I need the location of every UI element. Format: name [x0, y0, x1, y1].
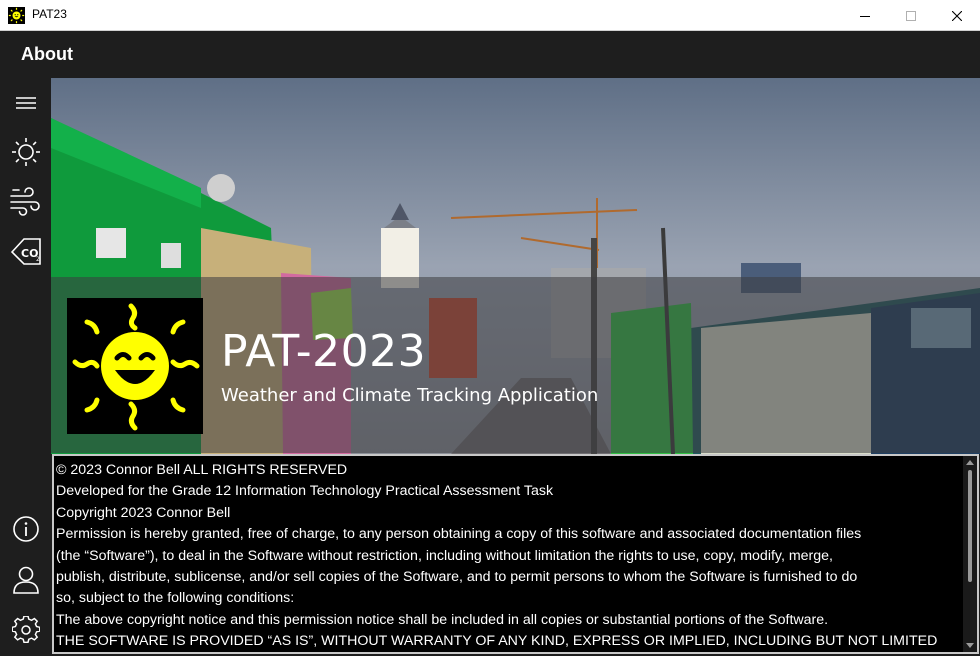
license-line: THE SOFTWARE IS PROVIDED “AS IS”, WITHOU…: [56, 633, 938, 650]
license-textbox[interactable]: © 2023 Connor Bell ALL RIGHTS RESERVED D…: [52, 454, 979, 654]
sidebar-item-weather[interactable]: [5, 131, 46, 172]
sidebar-item-wind[interactable]: [5, 181, 46, 222]
sidebar-menu-button[interactable]: [5, 82, 46, 123]
license-line: The above copyright notice and this perm…: [56, 611, 829, 628]
sidebar: CO 2: [0, 78, 51, 656]
page-header: About: [0, 31, 980, 78]
scrollbar-thumb[interactable]: [968, 470, 972, 582]
app-sun-icon: [8, 7, 25, 24]
sun-icon: [11, 137, 40, 166]
minimize-icon: [860, 15, 870, 17]
svg-text:2: 2: [36, 256, 40, 263]
sidebar-item-settings[interactable]: [5, 609, 46, 650]
smiling-sun-icon: [72, 303, 200, 431]
scroll-down-arrow-icon[interactable]: [966, 643, 974, 648]
license-text: © 2023 Connor Bell ALL RIGHTS RESERVED D…: [56, 460, 962, 652]
co2-icon: CO 2: [10, 237, 41, 265]
license-line: Permission is hereby granted, free of ch…: [56, 526, 862, 543]
hamburger-menu-icon: [15, 96, 36, 109]
info-icon: [12, 515, 39, 542]
window-title: PAT23: [32, 7, 67, 21]
close-icon: [952, 10, 962, 21]
user-icon: [12, 566, 39, 594]
wind-icon: [9, 186, 40, 216]
sidebar-item-about[interactable]: [5, 508, 46, 549]
sidebar-item-account[interactable]: [5, 559, 46, 600]
close-button[interactable]: [934, 0, 980, 31]
window-titlebar: PAT23: [0, 0, 980, 31]
maximize-icon: [906, 10, 916, 21]
license-line: (the “Software”), to deal in the Softwar…: [56, 547, 833, 564]
license-line: publish, distribute, sublicense, and/or …: [56, 569, 858, 586]
sidebar-item-co2[interactable]: CO 2: [5, 230, 46, 271]
license-line: Developed for the Grade 12 Information T…: [56, 483, 554, 500]
page-title: About: [21, 44, 73, 64]
maximize-button[interactable]: [888, 0, 934, 31]
license-line: © 2023 Connor Bell ALL RIGHTS RESERVED: [56, 462, 348, 478]
license-scrollbar[interactable]: [963, 456, 977, 652]
minimize-button[interactable]: [842, 0, 888, 31]
scroll-up-arrow-icon[interactable]: [966, 460, 974, 465]
settings-gear-icon: [11, 615, 40, 643]
license-line: Copyright 2023 Connor Bell: [56, 504, 231, 521]
app-logo: [67, 298, 203, 434]
hero-banner: PAT-2023 Weather and Climate Tracking Ap…: [51, 78, 980, 454]
license-line: so, subject to the following conditions:: [56, 590, 295, 607]
app-name-heading: PAT-2023: [221, 326, 427, 377]
app-subtitle: Weather and Climate Tracking Application: [221, 385, 599, 406]
